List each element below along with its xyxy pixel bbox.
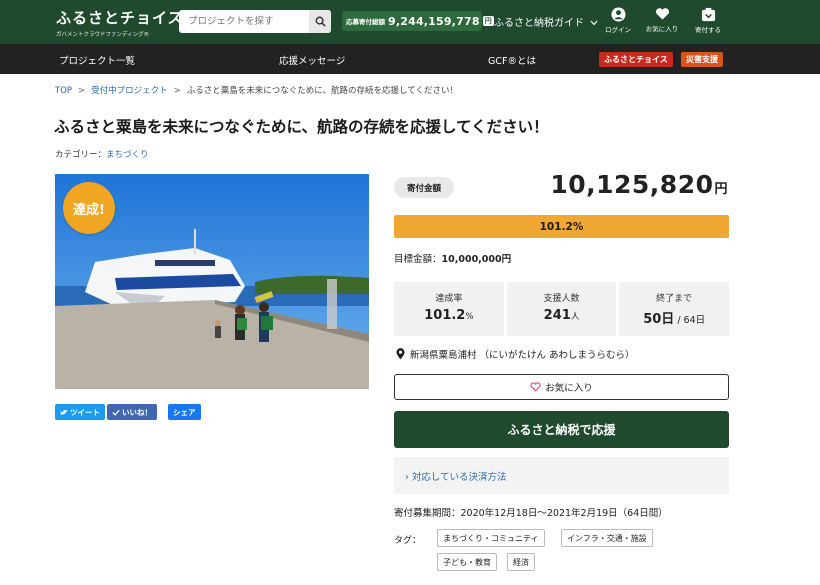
project-photo: 達成! xyxy=(55,174,369,389)
stat-supporters: 支援人数 241人 xyxy=(506,282,617,336)
payment-methods-toggle[interactable]: › 対応している決済方法 xyxy=(394,457,729,494)
search-input[interactable] xyxy=(179,10,309,33)
location-text: 新潟県粟島浦村 （にいがたけん あわしまうらむら） xyxy=(410,350,635,361)
search-icon xyxy=(315,16,326,27)
guide-label: ふるさと納税ガイド xyxy=(494,18,584,29)
breadcrumb-top[interactable]: TOP xyxy=(55,86,72,96)
total-label: 応募寄付総額 xyxy=(346,18,385,26)
nav-badge-furusato[interactable]: ふるさとチョイス xyxy=(599,52,673,67)
favorites-label: お気に入り xyxy=(645,25,679,33)
total-donation-counter: 応募寄付総額 9,244,159,778 円 xyxy=(342,11,494,31)
twitter-icon xyxy=(60,409,68,415)
tag-item[interactable]: 経済 xyxy=(507,553,535,571)
favorites-button[interactable]: お気に入り xyxy=(645,7,679,33)
donate-cta-button[interactable]: ふるさと納税で応援 xyxy=(394,411,729,448)
donate-button[interactable]: 寄付する xyxy=(691,7,725,34)
stat-achievement: 達成率 101.2% xyxy=(394,282,504,336)
donation-amount: 10,125,820円 xyxy=(550,170,728,199)
stats-panel: 達成率 101.2% 支援人数 241人 終了まで 50日 / 64日 xyxy=(394,282,730,336)
breadcrumb: TOP > 受付中プロジェクト > ふるさと粟島を未来につなぐために、航路の存続を応援し… xyxy=(55,84,458,96)
goal-value: 10,000,000円 xyxy=(441,254,512,265)
tag-item[interactable]: まちづくり・コミュニティ xyxy=(437,529,545,547)
progress-bar: 101.2% xyxy=(394,215,729,238)
total-value: 9,244,159,778 xyxy=(388,14,480,28)
stat-unit: 人 xyxy=(570,312,580,322)
nav-projects[interactable]: プロジェクト一覧 xyxy=(59,53,135,67)
donate-label: 寄付する xyxy=(695,26,721,34)
favorite-button[interactable]: お気に入り xyxy=(394,374,729,400)
chevron-down-icon xyxy=(590,20,598,26)
tag-item[interactable]: 子ども・教育 xyxy=(437,553,497,571)
site-header: ふるさとチョイス ガバメントクラウドファンディング® 応募寄付総額 9,244,… xyxy=(0,0,820,44)
page-title: ふるさと粟島を未来につなぐために、航路の存続を応援してください！ xyxy=(54,118,549,136)
logo[interactable]: ふるさとチョイス ガバメントクラウドファンディング® xyxy=(56,7,184,38)
breadcrumb-sep: > xyxy=(173,86,181,96)
user-icon xyxy=(610,7,626,22)
category-link[interactable]: まちづくり xyxy=(106,150,149,160)
breadcrumb-sep: > xyxy=(78,86,86,96)
breadcrumb-active-projects[interactable]: 受付中プロジェクト xyxy=(91,86,168,96)
nav-messages[interactable]: 応援メッセージ xyxy=(279,53,345,67)
guide-menu[interactable]: ふるさと納税ガイド xyxy=(494,14,598,29)
stat-unit: / 64日 xyxy=(674,315,706,326)
donation-label: 寄付金額 xyxy=(394,177,454,198)
map-pin-icon xyxy=(396,348,405,360)
breadcrumb-current: ふるさと粟島を未来につなぐために、航路の存続を応援してください！ xyxy=(186,86,459,96)
tag-item[interactable]: インフラ・交通・施設 xyxy=(561,529,653,547)
heart-outline-icon xyxy=(530,382,541,392)
progress-label: 101.2% xyxy=(539,220,584,233)
share-label: シェア xyxy=(173,407,196,417)
stat-label: 支援人数 xyxy=(543,294,580,304)
location: 新潟県粟島浦村 （にいがたけん あわしまうらむら） xyxy=(396,347,635,361)
stat-remaining: 終了まで 50日 / 64日 xyxy=(619,282,730,336)
share-button[interactable]: シェア xyxy=(168,404,201,420)
stat-value: 241 xyxy=(543,308,571,323)
category-label: カテゴリー： xyxy=(55,150,107,160)
check-icon xyxy=(112,409,120,416)
nav-about-gcf[interactable]: GCF®とは xyxy=(488,53,536,67)
donation-amount-unit: 円 xyxy=(714,182,728,197)
heart-icon xyxy=(655,8,669,20)
logo-subtext: ガバメントクラウドファンディング® xyxy=(56,32,150,38)
stat-unit: % xyxy=(465,312,474,322)
nav-badge-disaster[interactable]: 災害支援 xyxy=(681,52,723,67)
stat-label: 達成率 xyxy=(435,294,463,304)
achieved-badge: 達成! xyxy=(63,182,115,234)
login-label: ログイン xyxy=(605,26,631,34)
login-button[interactable]: ログイン xyxy=(601,7,635,34)
main-nav: プロジェクト一覧 応援メッセージ GCF®とは ふるさとチョイス 災害支援 xyxy=(0,44,820,74)
logo-text: ふるさとチョイス xyxy=(56,9,184,27)
stat-value: 50日 xyxy=(643,312,675,327)
stat-label: 終了まで xyxy=(656,294,693,304)
total-unit: 円 xyxy=(482,16,494,26)
tweet-button[interactable]: ツイート xyxy=(55,404,105,420)
goal-amount: 目標金額：10,000,000円 xyxy=(394,251,511,265)
favorite-label: お気に入り xyxy=(545,383,593,394)
donation-period: 寄付募集期間：2020年12月18日～2021年2月19日（64日間） xyxy=(394,508,668,519)
category: カテゴリー：まちづくり xyxy=(55,148,149,160)
like-button[interactable]: いいね！ xyxy=(107,404,157,420)
search-box xyxy=(179,10,331,33)
donation-amount-value: 10,125,820 xyxy=(550,170,714,199)
search-button[interactable] xyxy=(309,10,331,33)
donate-icon xyxy=(701,7,715,22)
tags-label: タグ： xyxy=(394,536,422,546)
stat-value: 101.2 xyxy=(424,308,466,323)
goal-label: 目標金額： xyxy=(394,254,442,265)
tweet-label: ツイート xyxy=(70,407,100,417)
like-label: いいね！ xyxy=(122,407,152,417)
